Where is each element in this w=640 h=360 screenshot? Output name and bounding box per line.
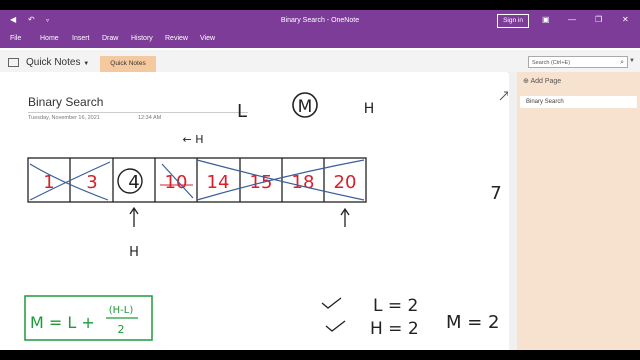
page-list-item-binary-search[interactable]: Binary Search (520, 96, 637, 108)
array-boxes (27, 157, 367, 203)
notebook-selector[interactable]: Quick Notes ▼ (26, 57, 89, 68)
formula-numerator: (H-L) (109, 305, 134, 316)
menu-view[interactable]: View (200, 35, 215, 42)
sign-in-button[interactable]: Sign in (497, 14, 529, 28)
array-cell-2: 3 (86, 172, 97, 193)
add-page-button[interactable]: ⊕ Add Page (523, 77, 561, 85)
aside-note: ← H (183, 133, 204, 146)
section-tab-quick-notes[interactable]: Quick Notes (100, 56, 156, 72)
formula-lhs: M = L + (30, 313, 95, 332)
expand-icon[interactable] (499, 91, 508, 101)
notebook-bar: Quick Notes ▼ Quick Notes Search (Ctrl+E… (0, 50, 640, 73)
onenote-window: ◀ ↶ ▿ Binary Search - OneNote Sign in ▣ … (0, 10, 640, 350)
array-cell-8: 20 (334, 172, 357, 193)
array-cell-5: 14 (207, 172, 230, 193)
search-placeholder: Search (Ctrl+E) (532, 60, 571, 66)
label-l: L (237, 101, 247, 122)
search-scope-chevron-icon[interactable]: ▼ (629, 58, 635, 64)
label-m: M (298, 97, 313, 117)
ink-layer: L M H ← H 1 3 4 10 14 15 18 20 H 7 M = L… (24, 91, 508, 341)
ribbon-display-icon[interactable]: ▣ (542, 15, 550, 24)
maximize-icon[interactable]: ❐ (595, 15, 602, 24)
menu-insert[interactable]: Insert (72, 35, 90, 42)
notebook-name: Quick Notes (26, 57, 81, 68)
menu-file[interactable]: File (10, 35, 21, 42)
menu-bar: File Home Insert Draw History Review Vie… (0, 32, 640, 48)
add-page-label: Add Page (530, 78, 562, 85)
menu-review[interactable]: Review (165, 35, 188, 42)
menu-home[interactable]: Home (40, 35, 59, 42)
search-input[interactable]: Search (Ctrl+E) ⌕ (528, 56, 628, 68)
checkmarks (321, 297, 346, 332)
array-cell-4: 10 (165, 172, 188, 193)
minimize-icon[interactable]: — (568, 15, 576, 24)
formula-denominator: 2 (118, 323, 125, 336)
value-h: H = 2 (370, 319, 419, 339)
close-icon[interactable]: ✕ (622, 15, 629, 24)
search-icon[interactable]: ⌕ (620, 57, 624, 69)
arrows (129, 206, 350, 227)
chevron-down-icon: ▼ (83, 61, 90, 67)
plus-icon: ⊕ (523, 78, 529, 85)
side-number: 7 (490, 183, 501, 204)
page-list-panel: ⊕ Add Page Binary Search (517, 72, 640, 350)
arrow-label-h: H (129, 245, 139, 260)
menu-draw[interactable]: Draw (102, 35, 118, 42)
label-h: H (364, 101, 375, 117)
value-l: L = 2 (373, 296, 418, 316)
value-m: M = 2 (446, 312, 500, 333)
title-bar: ◀ ↶ ▿ Binary Search - OneNote Sign in ▣ … (0, 10, 640, 32)
note-canvas[interactable]: Binary Search Tuesday, November 16, 2021… (0, 72, 508, 350)
menu-history[interactable]: History (131, 35, 153, 42)
page-scrollbar[interactable] (509, 72, 517, 350)
notebook-icon[interactable] (8, 58, 19, 67)
